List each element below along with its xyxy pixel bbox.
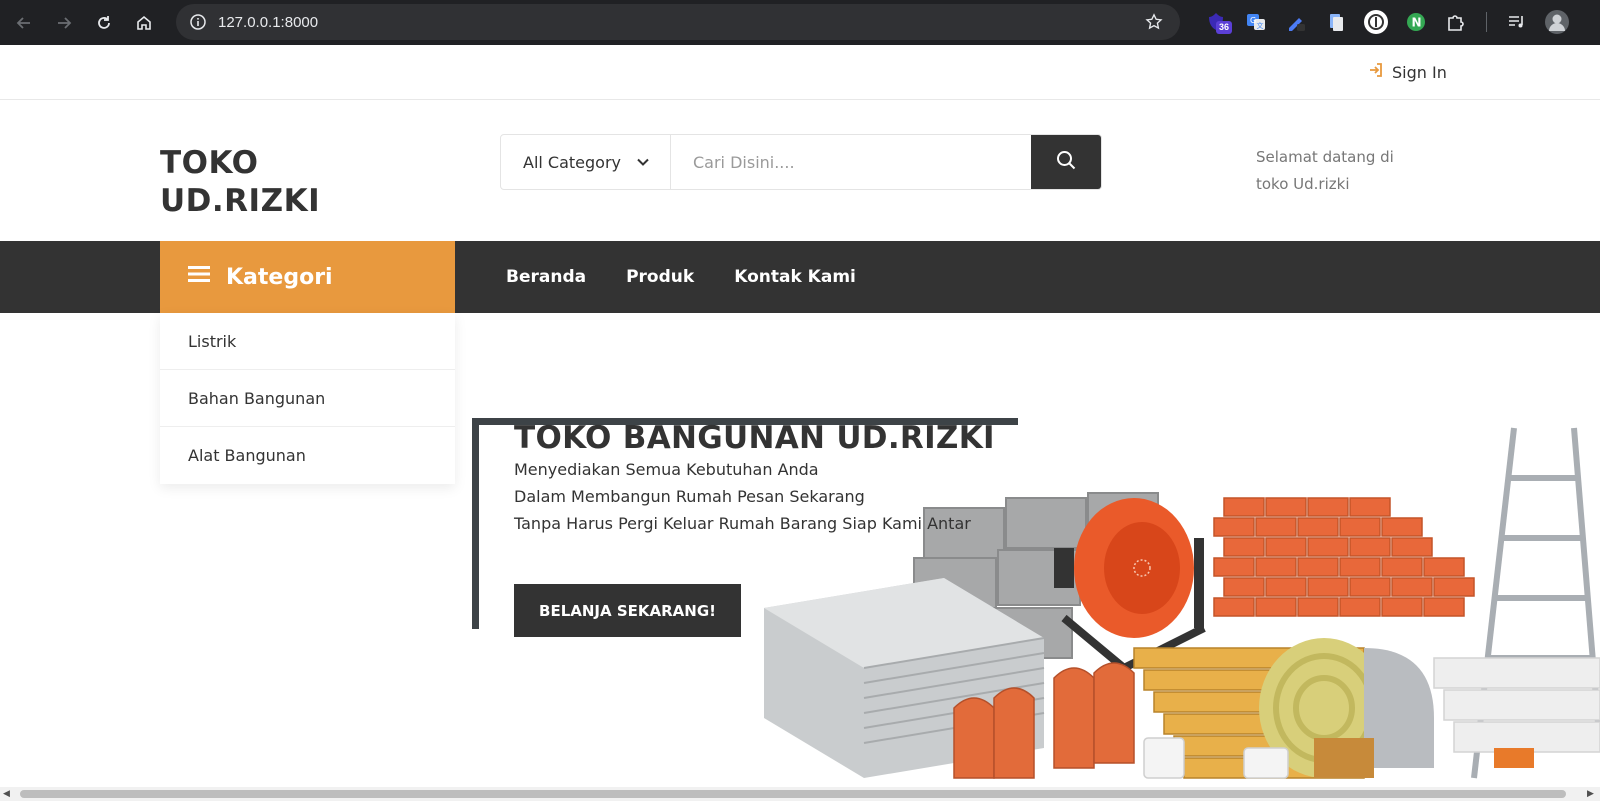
extensions-area: 36 G文 N bbox=[1196, 6, 1577, 38]
pen-extension-icon[interactable] bbox=[1276, 6, 1316, 38]
bookmark-star-icon[interactable] bbox=[1142, 10, 1166, 34]
profile-avatar-icon[interactable] bbox=[1537, 6, 1577, 38]
hero-title: TOKO BANGUNAN UD.RIZKI bbox=[514, 420, 995, 456]
extension-badge: 36 bbox=[1216, 21, 1233, 34]
docs-extension-icon[interactable] bbox=[1316, 6, 1356, 38]
nav-link-produk[interactable]: Produk bbox=[626, 267, 694, 287]
address-bar[interactable]: 127.0.0.1:8000 bbox=[176, 4, 1180, 40]
scroll-left-arrow-icon[interactable]: ◀ bbox=[3, 789, 13, 799]
top-bar: Sign In bbox=[0, 45, 1600, 100]
logo-line-1: TOKO bbox=[160, 145, 259, 181]
horizontal-scrollbar[interactable]: ◀ ▶ bbox=[0, 787, 1600, 801]
kategori-toggle-button[interactable]: Kategori bbox=[160, 241, 455, 313]
sign-in-icon bbox=[1368, 62, 1384, 82]
kategori-label: Kategori bbox=[226, 264, 333, 290]
category-item-alat-bangunan[interactable]: Alat Bangunan bbox=[160, 427, 455, 484]
category-item-listrik[interactable]: Listrik bbox=[160, 313, 455, 370]
nav-link-beranda[interactable]: Beranda bbox=[506, 267, 586, 287]
search-button[interactable] bbox=[1031, 135, 1101, 189]
sign-in-label: Sign In bbox=[1392, 62, 1447, 82]
sign-in-link[interactable]: Sign In bbox=[1368, 62, 1447, 82]
site-logo[interactable]: TOKO UD.RIZKI bbox=[160, 144, 320, 220]
search-bar: All Category Cari Disini.... bbox=[500, 134, 1102, 190]
search-input[interactable]: Cari Disini.... bbox=[671, 135, 1031, 189]
search-placeholder: Cari Disini.... bbox=[693, 152, 795, 172]
translate-extension-icon[interactable]: G文 bbox=[1236, 6, 1276, 38]
category-list: Listrik Bahan Bangunan Alat Bangunan bbox=[160, 313, 455, 484]
shop-now-button[interactable]: BELANJA SEKARANG! bbox=[514, 584, 741, 637]
hero-line-3: Tanpa Harus Pergi Keluar Rumah Barang Si… bbox=[514, 514, 971, 533]
category-select-value: All Category bbox=[523, 152, 622, 172]
logo-line-2: UD.RIZKI bbox=[160, 183, 321, 219]
welcome-line-1: Selamat datang di bbox=[1256, 148, 1394, 166]
nav-link-kontak-kami[interactable]: Kontak Kami bbox=[734, 267, 856, 287]
site-info-icon[interactable] bbox=[186, 10, 210, 34]
scrollbar-thumb[interactable] bbox=[20, 790, 1566, 798]
category-item-bahan-bangunan[interactable]: Bahan Bangunan bbox=[160, 370, 455, 427]
svg-text:N: N bbox=[1412, 16, 1422, 30]
browser-nav-buttons bbox=[4, 5, 164, 41]
back-arrow-icon[interactable] bbox=[4, 5, 44, 41]
hero-frame-left-border bbox=[472, 418, 479, 629]
reload-icon[interactable] bbox=[84, 5, 124, 41]
svg-text:G: G bbox=[1250, 16, 1256, 25]
welcome-line-2: toko Ud.rizki bbox=[1256, 175, 1350, 193]
home-icon[interactable] bbox=[124, 5, 164, 41]
hero-line-1: Menyediakan Semua Kebutuhan Anda bbox=[514, 460, 819, 479]
welcome-message: Selamat datang di toko Ud.rizki bbox=[1256, 144, 1416, 198]
hero-line-2: Dalam Membangun Rumah Pesan Sekarang bbox=[514, 487, 865, 506]
hero-text-block: TOKO BANGUNAN UD.RIZKI Menyediakan Semua… bbox=[514, 420, 995, 537]
chevron-down-icon bbox=[636, 154, 650, 173]
nav-menu: Beranda Produk Kontak Kami bbox=[506, 241, 856, 313]
svg-text:文: 文 bbox=[1257, 21, 1264, 30]
forward-arrow-icon[interactable] bbox=[44, 5, 84, 41]
main-navbar: Kategori Beranda Produk Kontak Kami bbox=[0, 241, 1600, 313]
site-header: TOKO UD.RIZKI All Category Cari Disini..… bbox=[0, 100, 1600, 241]
extension-shield-icon[interactable]: 36 bbox=[1196, 6, 1236, 38]
category-select[interactable]: All Category bbox=[501, 135, 671, 189]
toolbar-divider bbox=[1486, 12, 1487, 32]
scroll-right-arrow-icon[interactable]: ▶ bbox=[1587, 789, 1597, 799]
puzzle-extensions-icon[interactable] bbox=[1436, 6, 1476, 38]
address-url[interactable]: 127.0.0.1:8000 bbox=[218, 14, 318, 31]
hamburger-menu-icon bbox=[188, 264, 210, 290]
search-icon bbox=[1055, 149, 1077, 175]
circle-extension-icon[interactable] bbox=[1356, 6, 1396, 38]
media-queue-icon[interactable] bbox=[1497, 6, 1537, 38]
green-n-extension-icon[interactable]: N bbox=[1396, 6, 1436, 38]
browser-toolbar: 127.0.0.1:8000 36 G文 N bbox=[0, 0, 1600, 45]
